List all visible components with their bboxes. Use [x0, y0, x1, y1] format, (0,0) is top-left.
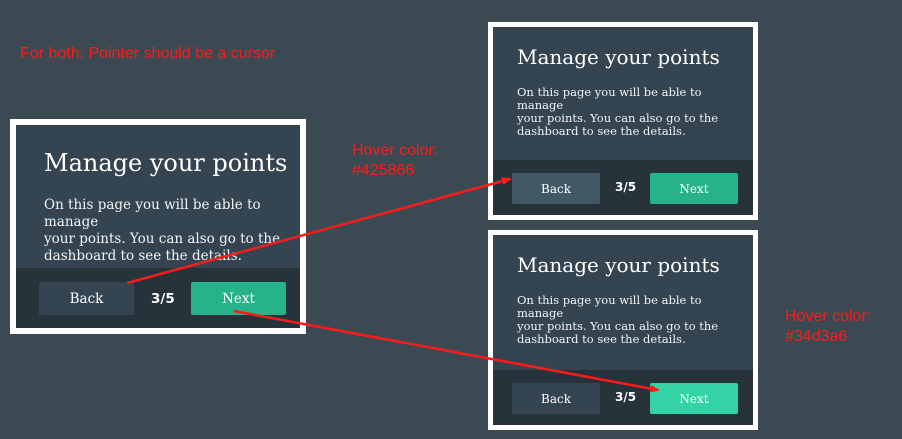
arrow-to-back-hover [126, 177, 512, 285]
arrow-to-next-hover [233, 309, 660, 393]
annotation-arrows [126, 177, 660, 393]
